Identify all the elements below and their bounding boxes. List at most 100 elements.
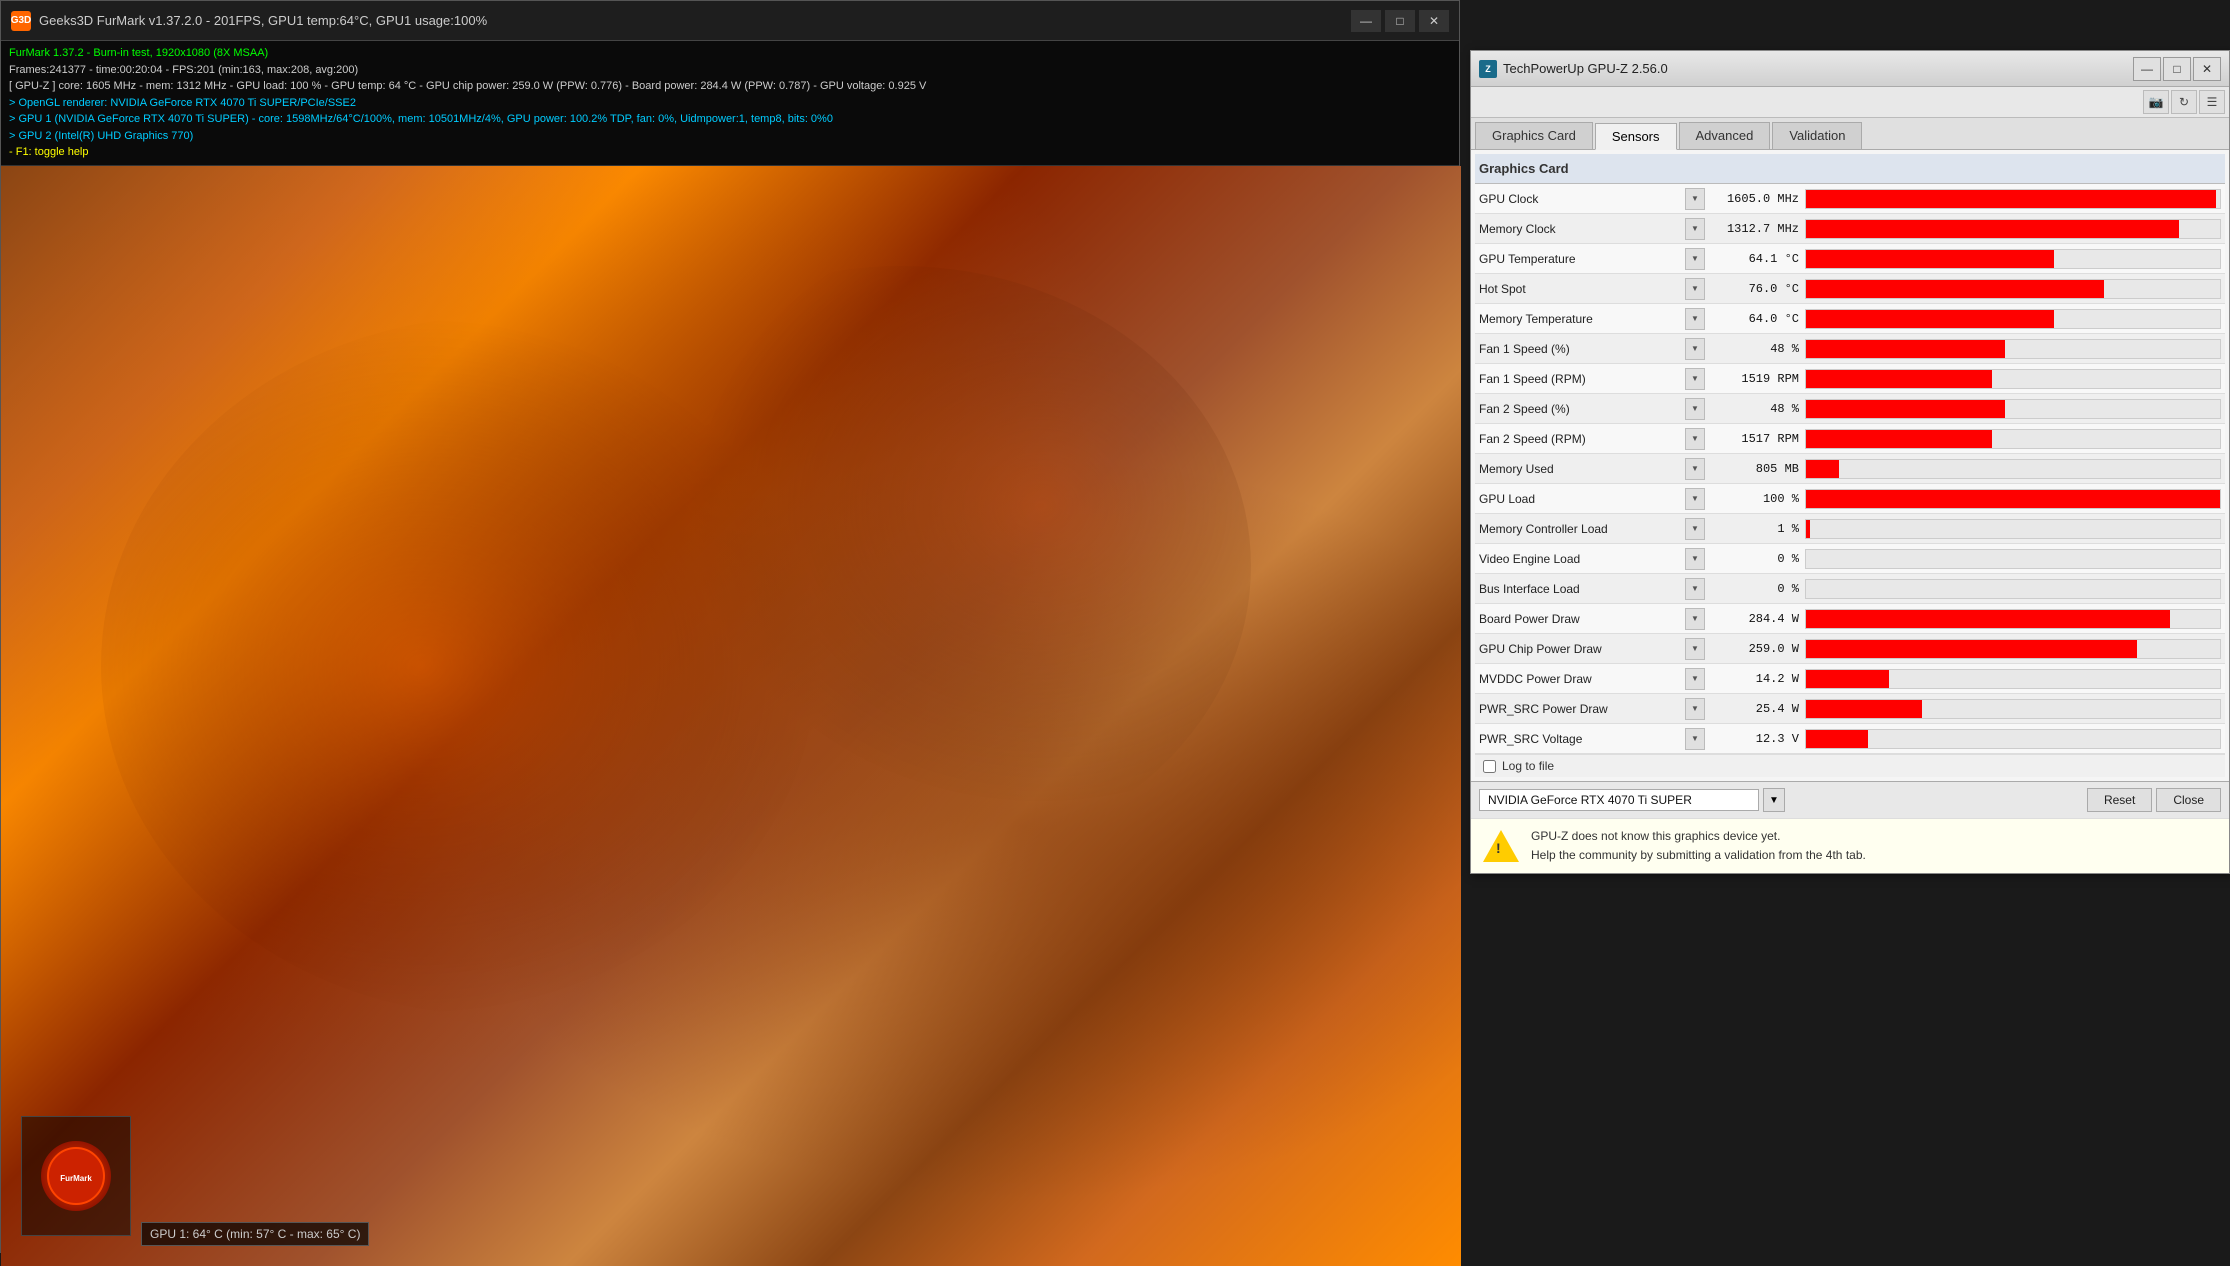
refresh-icon[interactable]: ↻ — [2171, 90, 2197, 114]
sensor-label-text: PWR_SRC Power Draw — [1479, 702, 1683, 716]
sensor-dropdown-arrow[interactable]: ▼ — [1685, 188, 1705, 210]
sensor-dropdown-arrow[interactable]: ▼ — [1685, 638, 1705, 660]
sensor-value: 48 % — [1705, 342, 1805, 356]
sensor-label-text: Fan 2 Speed (RPM) — [1479, 432, 1683, 446]
sensor-value: 25.4 W — [1705, 702, 1805, 716]
sensor-bar-fill — [1806, 610, 2170, 628]
sensor-bar-fill — [1806, 310, 2054, 328]
sensor-dropdown-arrow[interactable]: ▼ — [1685, 548, 1705, 570]
gpuz-icon: Z — [1479, 60, 1497, 78]
gpu-dropdown-button[interactable]: ▼ — [1763, 788, 1785, 812]
gpu-dropdown: NVIDIA GeForce RTX 4070 Ti SUPER ▼ — [1479, 788, 1785, 812]
notification-line-2: Help the community by submitting a valid… — [1531, 846, 1866, 865]
sensor-bar-fill — [1806, 250, 2054, 268]
sensor-value: 1519 RPM — [1705, 372, 1805, 386]
sensor-value: 1517 RPM — [1705, 432, 1805, 446]
furmark-info-line-1: FurMark 1.37.2 - Burn-in test, 1920x1080… — [9, 45, 1451, 62]
furmark-info-line-4: > OpenGL renderer: NVIDIA GeForce RTX 40… — [9, 95, 1451, 112]
tab-advanced[interactable]: Advanced — [1679, 122, 1771, 149]
gpuz-minimize-button[interactable]: — — [2133, 57, 2161, 81]
sensor-row: Memory Clock▼1312.7 MHz — [1475, 214, 2225, 244]
sensor-dropdown-arrow[interactable]: ▼ — [1685, 278, 1705, 300]
gpuz-close-button[interactable]: ✕ — [2193, 57, 2221, 81]
sensor-value: 64.0 °C — [1705, 312, 1805, 326]
sensor-dropdown-arrow[interactable]: ▼ — [1685, 578, 1705, 600]
furmark-info-line-5: > GPU 1 (NVIDIA GeForce RTX 4070 Ti SUPE… — [9, 111, 1451, 128]
sensor-row: Fan 2 Speed (%)▼48 % — [1475, 394, 2225, 424]
sensor-bar-area — [1805, 339, 2221, 359]
sensor-value: 259.0 W — [1705, 642, 1805, 656]
log-to-file-checkbox[interactable] — [1483, 760, 1496, 773]
sensor-label-area: Bus Interface Load▼ — [1475, 578, 1705, 600]
sensor-label-text: Fan 1 Speed (RPM) — [1479, 372, 1683, 386]
svg-text:FurMark: FurMark — [60, 1174, 92, 1183]
sensor-label-text: Board Power Draw — [1479, 612, 1683, 626]
tab-graphics-card[interactable]: Graphics Card — [1475, 122, 1593, 149]
sensor-dropdown-arrow[interactable]: ▼ — [1685, 338, 1705, 360]
furmark-title: Geeks3D FurMark v1.37.2.0 - 201FPS, GPU1… — [39, 13, 487, 28]
furmark-logo-image: FurMark — [41, 1141, 111, 1211]
sensor-label-text: MVDDC Power Draw — [1479, 672, 1683, 686]
sensor-dropdown-arrow[interactable]: ▼ — [1685, 248, 1705, 270]
furmark-info-line-6: > GPU 2 (Intel(R) UHD Graphics 770) — [9, 128, 1451, 145]
sensor-value: 64.1 °C — [1705, 252, 1805, 266]
furmark-icon: G3D — [11, 11, 31, 31]
furmark-window: G3D Geeks3D FurMark v1.37.2.0 - 201FPS, … — [0, 0, 1460, 1253]
sensor-value: 12.3 V — [1705, 732, 1805, 746]
gpu-select-display[interactable]: NVIDIA GeForce RTX 4070 Ti SUPER — [1479, 789, 1759, 811]
sensor-bar-fill — [1806, 520, 1810, 538]
sensor-value: 76.0 °C — [1705, 282, 1805, 296]
gpuz-sensors-content: Graphics Card GPU Clock▼1605.0 MHzMemory… — [1471, 150, 2229, 781]
sensor-row: Bus Interface Load▼0 % — [1475, 574, 2225, 604]
sensor-bar-fill — [1806, 280, 2104, 298]
sensor-label-area: PWR_SRC Voltage▼ — [1475, 728, 1705, 750]
sensor-bar-fill — [1806, 430, 1992, 448]
sensor-dropdown-arrow[interactable]: ▼ — [1685, 218, 1705, 240]
log-to-file-label: Log to file — [1502, 759, 1554, 773]
camera-icon[interactable]: 📷 — [2143, 90, 2169, 114]
warning-exclamation: ! — [1496, 840, 1501, 856]
sensor-dropdown-arrow[interactable]: ▼ — [1685, 368, 1705, 390]
sensor-dropdown-arrow[interactable]: ▼ — [1685, 308, 1705, 330]
sensor-dropdown-arrow[interactable]: ▼ — [1685, 398, 1705, 420]
sensor-dropdown-arrow[interactable]: ▼ — [1685, 608, 1705, 630]
tab-validation[interactable]: Validation — [1772, 122, 1862, 149]
sensor-label-area: Fan 1 Speed (%)▼ — [1475, 338, 1705, 360]
sensor-dropdown-arrow[interactable]: ▼ — [1685, 668, 1705, 690]
sensor-label-area: Memory Clock▼ — [1475, 218, 1705, 240]
furmark-info-line-3: [ GPU-Z ] core: 1605 MHz - mem: 1312 MHz… — [9, 78, 1451, 95]
gpuz-notification-bar: ! GPU-Z does not know this graphics devi… — [1471, 818, 2229, 873]
sensor-bar-area — [1805, 519, 2221, 539]
sensor-bar-area — [1805, 669, 2221, 689]
gpuz-title-left: Z TechPowerUp GPU-Z 2.56.0 — [1479, 60, 1668, 78]
sensor-dropdown-arrow[interactable]: ▼ — [1685, 698, 1705, 720]
sensor-label-area: Fan 2 Speed (RPM)▼ — [1475, 428, 1705, 450]
footer-buttons: Reset Close — [2087, 788, 2221, 812]
furmark-maximize-button[interactable]: □ — [1385, 10, 1415, 32]
sensor-dropdown-arrow[interactable]: ▼ — [1685, 458, 1705, 480]
gpu-temp-text: GPU 1: 64° C (min: 57° C - max: 65° C) — [150, 1227, 360, 1241]
sensor-dropdown-arrow[interactable]: ▼ — [1685, 488, 1705, 510]
menu-icon[interactable]: ☰ — [2199, 90, 2225, 114]
sensor-value: 284.4 W — [1705, 612, 1805, 626]
furmark-info-panel: FurMark 1.37.2 - Burn-in test, 1920x1080… — [1, 41, 1459, 166]
sensor-dropdown-arrow[interactable]: ▼ — [1685, 728, 1705, 750]
sensor-label-text: GPU Temperature — [1479, 252, 1683, 266]
furmark-minimize-button[interactable]: — — [1351, 10, 1381, 32]
sensor-label-text: Bus Interface Load — [1479, 582, 1683, 596]
sensor-dropdown-arrow[interactable]: ▼ — [1685, 428, 1705, 450]
furmark-close-button[interactable]: ✕ — [1419, 10, 1449, 32]
sensor-label-area: Memory Used▼ — [1475, 458, 1705, 480]
sensor-row: GPU Chip Power Draw▼259.0 W — [1475, 634, 2225, 664]
reset-button[interactable]: Reset — [2087, 788, 2152, 812]
sensor-label-text: GPU Chip Power Draw — [1479, 642, 1683, 656]
tab-sensors[interactable]: Sensors — [1595, 123, 1677, 150]
furmark-swirl-svg — [1, 166, 1461, 1266]
sensor-value: 14.2 W — [1705, 672, 1805, 686]
close-gpuz-footer-button[interactable]: Close — [2156, 788, 2221, 812]
gpuz-maximize-button[interactable]: □ — [2163, 57, 2191, 81]
sensor-bar-area — [1805, 369, 2221, 389]
furmark-titlebar: G3D Geeks3D FurMark v1.37.2.0 - 201FPS, … — [1, 1, 1459, 41]
sensor-dropdown-arrow[interactable]: ▼ — [1685, 518, 1705, 540]
sensor-label-text: Memory Used — [1479, 462, 1683, 476]
